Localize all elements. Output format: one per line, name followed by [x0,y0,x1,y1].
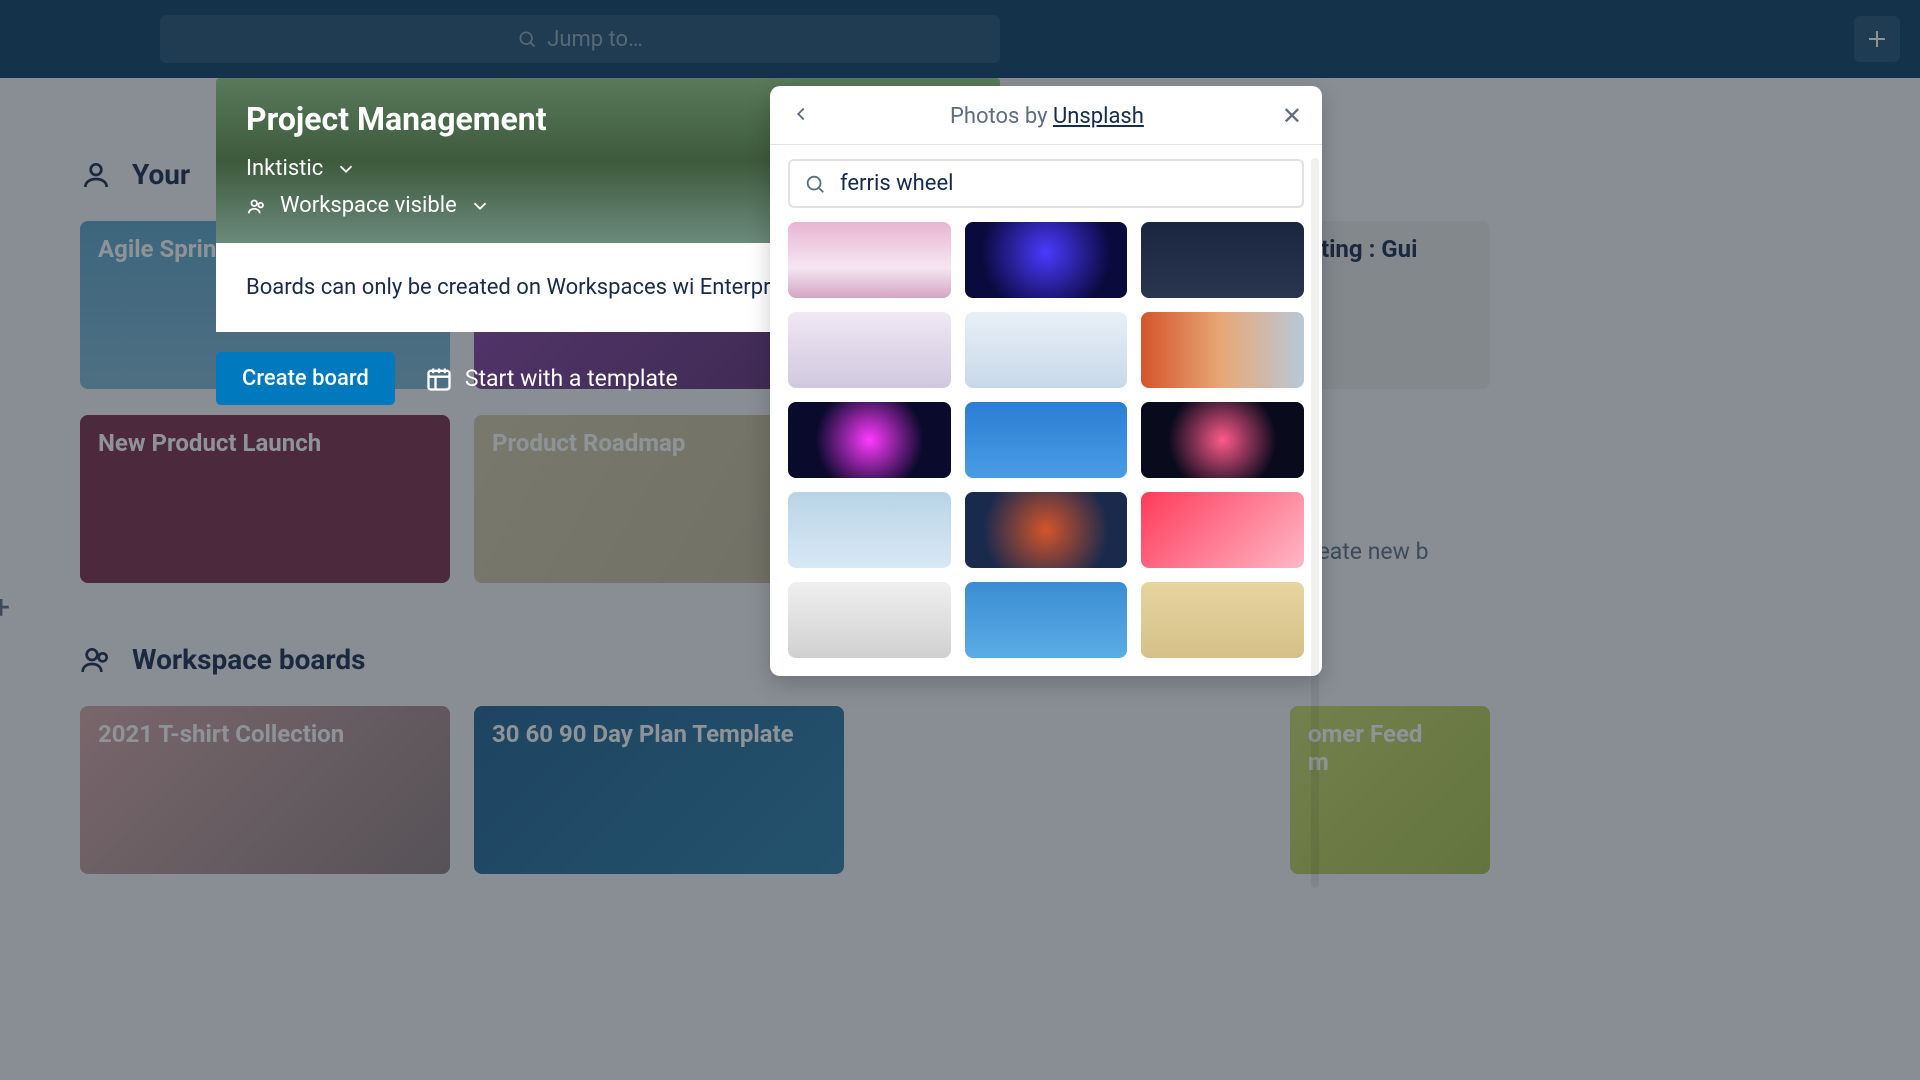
boards-row-3: 2021 T-shirt Collection 30 60 90 Day Pla… [80,706,1840,874]
template-icon [425,365,453,393]
photo-scrollbar[interactable] [1311,158,1319,888]
board-card-tshirt[interactable]: 2021 T-shirt Collection [80,706,450,874]
workspace-boards-title: Workspace boards [132,643,366,676]
close-icon[interactable]: ✕ [1282,102,1302,130]
photo-search-input[interactable] [840,171,1288,196]
search-icon [517,29,537,49]
people-icon [246,195,268,217]
photo-picker-header: Photos by Unsplash ✕ [770,86,1322,145]
photo-thumb[interactable] [1141,492,1304,568]
back-button[interactable] [790,103,812,129]
people-icon [80,644,112,676]
photo-thumb[interactable] [1141,222,1304,298]
photo-thumb[interactable] [788,582,951,658]
photo-thumb[interactable] [1141,402,1304,478]
board-card-newproduct[interactable]: New Product Launch [80,415,450,583]
photo-thumb[interactable] [965,222,1128,298]
chevron-down-icon [469,195,491,217]
photo-thumb[interactable] [965,492,1128,568]
photo-thumb[interactable] [788,222,951,298]
photo-search-wrap [770,145,1322,222]
jump-to-search[interactable]: Jump to… [160,15,1000,63]
photo-thumb[interactable] [788,402,951,478]
chevron-down-icon [335,158,357,180]
start-with-template-link[interactable]: Start with a template [425,365,678,393]
photo-thumb[interactable] [965,312,1128,388]
photo-thumb[interactable] [788,492,951,568]
left-plus-icon[interactable]: + [0,588,10,626]
photo-grid [770,222,1322,676]
jump-to-placeholder: Jump to… [547,27,643,52]
plus-icon [1865,27,1889,51]
topbar: Jump to… [0,0,1920,78]
photo-thumb[interactable] [788,312,951,388]
unsplash-link[interactable]: Unsplash [1053,104,1144,129]
search-icon [804,173,826,195]
board-card-feedback[interactable]: omer Feed m [1290,706,1490,874]
your-boards-title: Your [132,158,190,191]
photo-search[interactable] [788,159,1304,208]
photo-picker-modal: Photos by Unsplash ✕ [770,86,1322,676]
photo-thumb[interactable] [965,402,1128,478]
chevron-left-icon [790,103,812,125]
person-icon [80,159,112,191]
photo-picker-title: Photos by Unsplash [950,104,1144,129]
board-card-3060[interactable]: 30 60 90 Day Plan Template [474,706,844,874]
photo-thumb[interactable] [1141,582,1304,658]
photo-thumb[interactable] [1141,312,1304,388]
create-new-board-tile[interactable]: reate new b [1310,538,1429,565]
create-plus-button[interactable] [1854,16,1900,62]
photo-thumb[interactable] [965,582,1128,658]
create-board-button[interactable]: Create board [216,352,395,405]
